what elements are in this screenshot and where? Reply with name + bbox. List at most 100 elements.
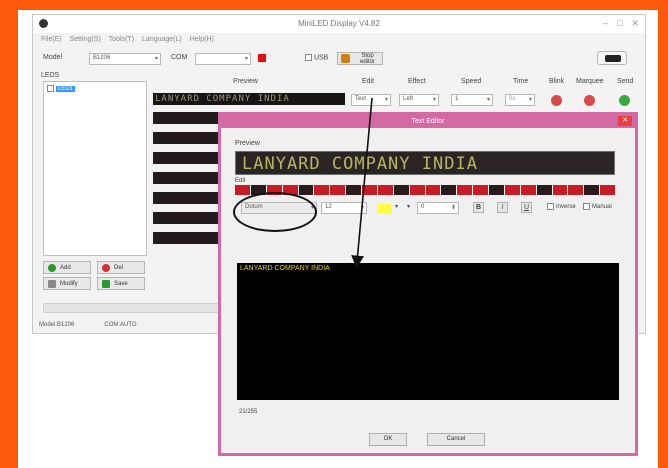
time-select[interactable]: 0s ▾ [505,94,535,106]
menu-setting[interactable]: Setting(S) [70,36,101,43]
column-speed: Speed [461,78,482,85]
row-preview-text: LANYARD COMPANY INDIA [155,94,290,104]
led-item-label: LED1 [56,85,76,92]
model-select[interactable]: B1206 ▾ [89,53,161,65]
format-cell[interactable] [520,185,536,195]
format-cell[interactable] [235,185,250,195]
ok-button[interactable]: OK [369,433,407,446]
marquee-icon[interactable] [584,95,595,106]
chevron-down-icon[interactable]: ▾ [395,203,398,210]
inverse-option[interactable]: Inverse [547,203,576,210]
chevron-down-icon: ▾ [244,56,248,62]
font-size-select[interactable]: 12 ▾ [321,202,367,214]
text-editor-area[interactable]: LANYARD COMPANY INDIA [237,263,619,400]
usb-checkbox[interactable] [305,54,312,61]
format-cell[interactable] [346,185,361,195]
usb-option[interactable]: USB [305,54,328,61]
device-button[interactable] [597,51,627,65]
save-icon [102,279,110,288]
format-cell[interactable] [600,185,615,195]
menu-file[interactable]: File(E) [41,36,62,43]
edit-type-select[interactable]: Text ▾ [351,94,391,106]
font-size-value: 12 [325,204,332,210]
add-button[interactable]: Add [43,261,91,274]
model-label: Model [43,54,63,61]
stop-editor-button[interactable]: Stop editor [337,52,383,65]
offset-spinner[interactable]: 0 ⬍ [417,202,459,214]
maximize-button[interactable]: □ [617,18,622,29]
add-icon [48,263,56,272]
horizontal-scrollbar[interactable] [43,303,229,313]
save-label: Save [114,280,128,287]
format-cell[interactable] [377,185,393,195]
model-value: B1206 [93,55,111,61]
menu-language[interactable]: Language(L) [142,36,182,43]
led-row-preview[interactable]: LANYARD COMPANY INDIA [153,93,345,105]
port-status-indicator [258,54,266,62]
format-cell[interactable] [409,185,425,195]
menu-help[interactable]: Help(H) [190,36,214,43]
format-cell[interactable] [393,185,409,195]
format-cell[interactable] [314,185,330,195]
cancel-button[interactable]: Cancel [427,433,485,446]
edit-type-value: Text [355,96,367,102]
format-cell[interactable] [504,185,520,195]
delete-button[interactable]: Del [97,261,145,274]
title-bar: MiniLED Display V4.82 – □ ✕ [33,15,645,33]
character-count: 21/255 [239,409,258,415]
delete-label: Del [114,264,124,271]
format-cell[interactable] [425,185,441,195]
format-cell[interactable] [330,185,346,195]
effect-select[interactable]: Left ▾ [399,94,439,106]
format-cell[interactable] [552,185,568,195]
underline-button[interactable]: U [521,202,532,213]
dialog-edit-label: Edit [235,178,246,184]
status-bar: Model:B1206 COM:AUTO [39,322,137,328]
offset-value: 0 [421,204,425,210]
chevron-down-icon: ▾ [384,97,388,103]
column-marquee: Marquee [576,78,604,85]
format-cell[interactable] [441,185,457,195]
format-cell[interactable] [362,185,377,195]
stop-icon [341,54,350,63]
format-cell[interactable] [473,185,488,195]
italic-button[interactable]: I [497,202,508,213]
modify-icon [48,279,56,288]
format-cell[interactable] [584,185,600,195]
leds-label: LEDS [41,72,60,79]
com-select[interactable]: ▾ [195,53,251,65]
format-cell[interactable] [489,185,504,195]
toolbar: Model B1206 ▾ COM ▾ USB Stop editor [39,51,639,67]
text-editor-dialog: Text Editor ✕ Preview LANYARD COMPANY IN… [218,112,638,456]
inverse-checkbox[interactable] [547,203,554,210]
format-cell[interactable] [457,185,473,195]
leds-list[interactable]: LED1 [43,81,147,256]
chevron-down-icon[interactable]: ▾ [407,203,410,210]
spinner-icon: ⬍ [450,205,456,211]
menu-tools[interactable]: Tools(T) [109,36,134,43]
close-button[interactable]: ✕ [631,18,639,29]
dialog-close-button[interactable]: ✕ [618,116,632,126]
save-button[interactable]: Save [97,277,145,290]
manual-checkbox[interactable] [583,203,590,210]
speed-value: 1 [455,96,459,102]
format-cell[interactable] [536,185,552,195]
format-cell[interactable] [568,185,584,195]
text-color-swatch[interactable] [377,203,391,213]
send-icon[interactable] [619,95,630,106]
format-cell[interactable] [298,185,314,195]
leds-list-item[interactable]: LED1 [47,85,76,92]
dialog-preview-text: LANYARD COMPANY INDIA [242,154,478,174]
minimize-button[interactable]: – [603,18,608,29]
led-checkbox[interactable] [47,85,54,92]
delete-icon [102,263,110,272]
chevron-down-icon: ▾ [360,205,364,211]
bold-button[interactable]: B [473,202,484,213]
column-effect: Effect [408,78,426,85]
led-device-icon [605,55,621,62]
blink-icon[interactable] [551,95,562,106]
speed-select[interactable]: 1 ▾ [451,94,493,106]
manual-option[interactable]: Manual [583,203,612,210]
dialog-preview-display: LANYARD COMPANY INDIA [235,151,615,175]
modify-button[interactable]: Modify [43,277,91,290]
